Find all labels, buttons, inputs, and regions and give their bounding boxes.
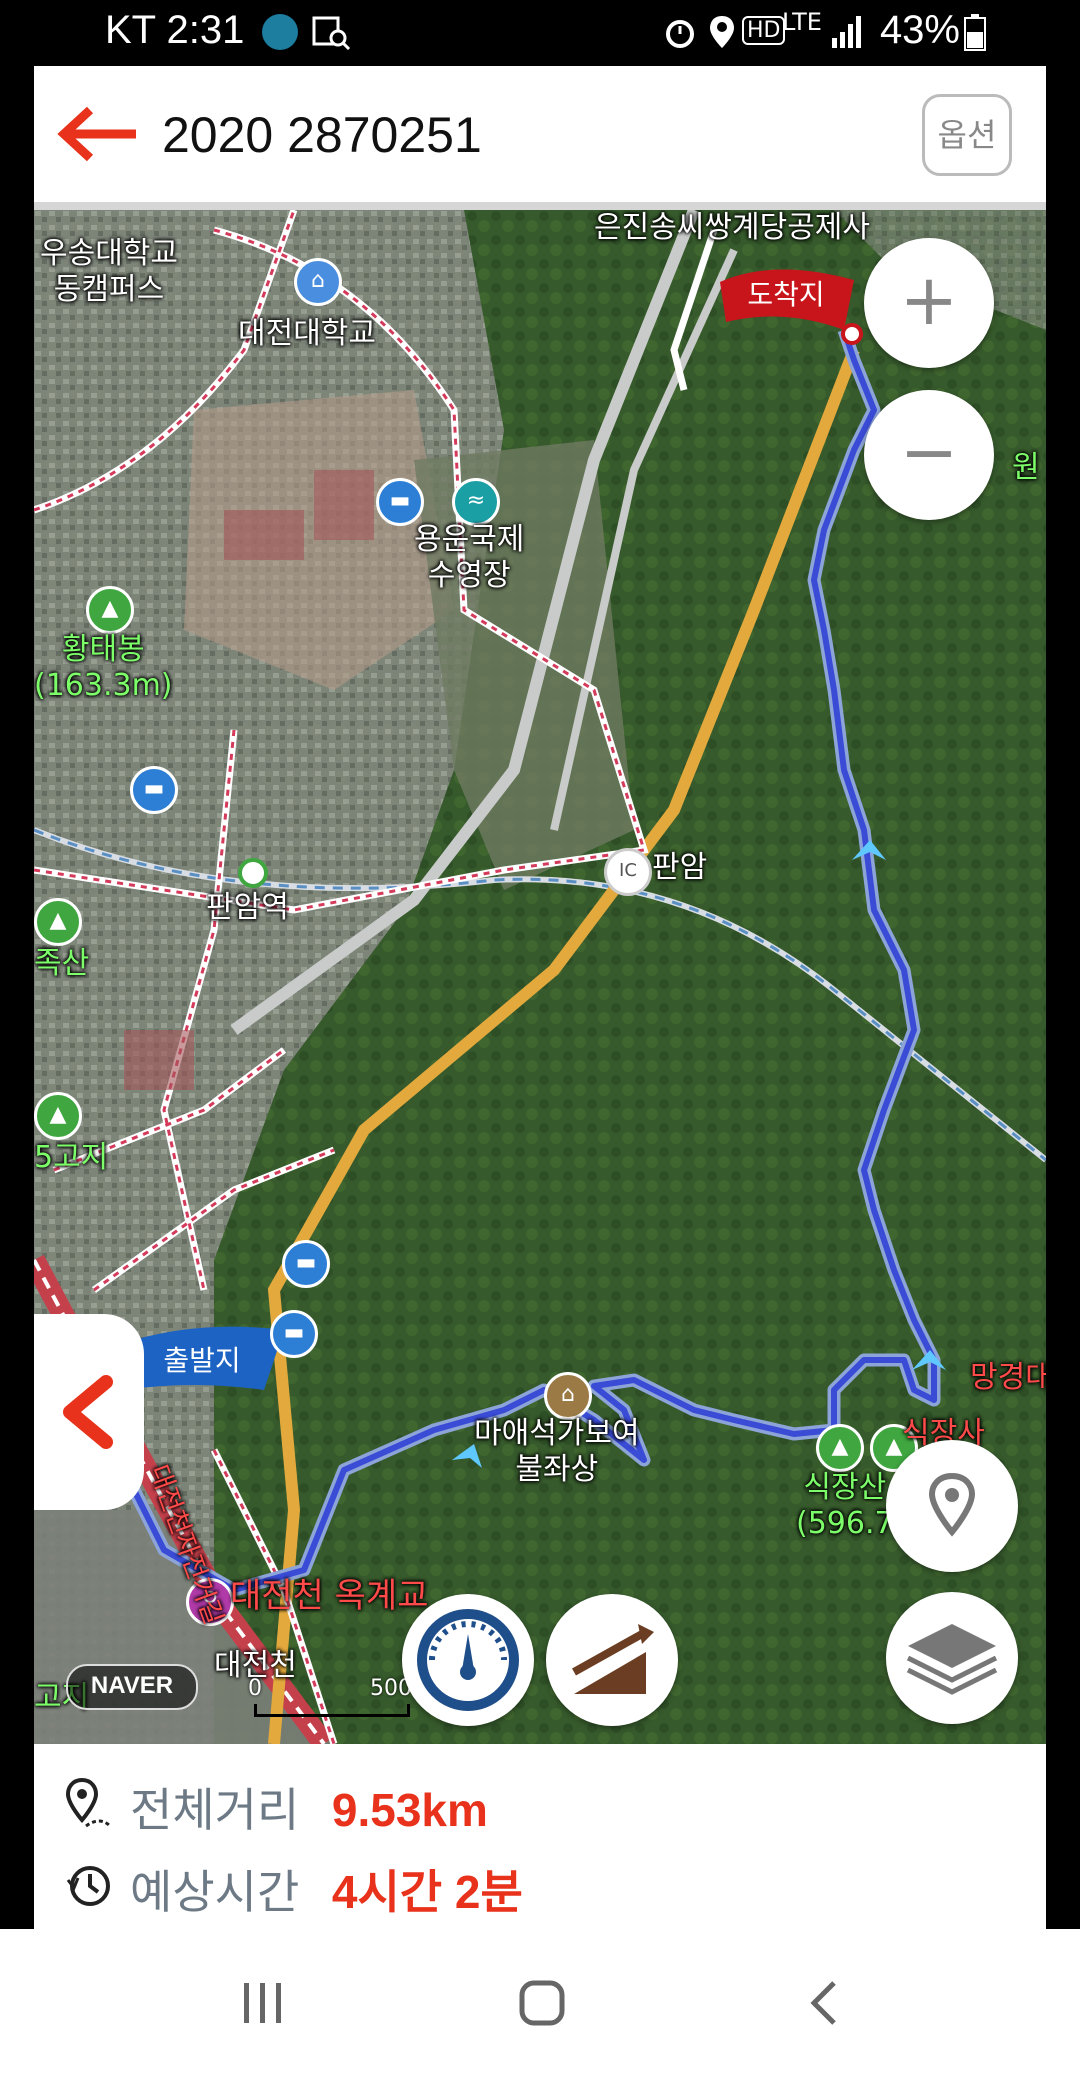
plus-icon: +: [899, 259, 959, 341]
layers-icon: [906, 1624, 998, 1695]
back-arrow-icon: [57, 106, 136, 162]
bus-stop-icon[interactable]: ▬: [376, 478, 424, 526]
time-label: 예상시간: [130, 1865, 300, 1919]
label-woosong-univ: 우송대학교 동캠퍼스: [40, 236, 178, 307]
heritage-marker-icon[interactable]: ⌂: [544, 1372, 592, 1420]
speedometer-icon: [417, 1609, 519, 1711]
options-button[interactable]: 옵션: [922, 94, 1012, 176]
app-notification-icon: [262, 14, 298, 50]
university-marker-icon[interactable]: ⌂: [294, 258, 342, 306]
label-right-edge: 원: [1012, 450, 1040, 485]
location-pin-icon: [928, 1472, 976, 1537]
label-panam-station: 판암역: [206, 890, 289, 925]
location-icon: [708, 14, 736, 54]
recent-apps-button[interactable]: [238, 1979, 286, 2027]
label-pool: 용운국제 수영장: [414, 522, 525, 593]
battery-percent: 43%: [879, 8, 960, 52]
bus-stop-icon[interactable]: ▬: [282, 1240, 330, 1288]
system-back-button[interactable]: [806, 1979, 846, 2029]
status-bar: KT 2:31 HD LTE 43%: [0, 0, 1080, 66]
mountain-marker-icon[interactable]: ▲: [86, 586, 134, 634]
map-layers-button[interactable]: [886, 1592, 1018, 1724]
ic-badge[interactable]: IC: [604, 848, 652, 896]
scale-bar: [254, 1704, 410, 1717]
data-search-icon: [312, 14, 352, 54]
system-nav-bar: [0, 1929, 1080, 2076]
page-title: 2020 2870251: [162, 107, 482, 163]
home-button[interactable]: [518, 1979, 568, 2029]
app-bar: 2020 2870251 옵션: [34, 66, 1046, 210]
start-flag-label: 출발지: [163, 1344, 240, 1377]
zoom-out-button[interactable]: −: [864, 390, 994, 520]
side-panel-toggle[interactable]: [34, 1314, 144, 1510]
my-location-button[interactable]: [886, 1440, 1018, 1572]
battery-icon: [964, 14, 986, 56]
label-daejeon-univ: 대전대학교: [238, 316, 376, 351]
naver-logo: NAVER: [66, 1664, 198, 1710]
mountain-marker-icon[interactable]: ▲: [34, 1092, 82, 1140]
time-row: 예상시간 4시간 2분: [64, 1856, 523, 1919]
speed-button[interactable]: [402, 1594, 534, 1726]
label-joksan: 족산: [34, 946, 90, 981]
scale-zero: 0: [248, 1676, 262, 1701]
bus-stop-icon[interactable]: ▬: [130, 766, 178, 814]
alarm-icon: [662, 14, 698, 54]
elevation-icon: [572, 1624, 654, 1694]
back-button[interactable]: [54, 104, 144, 164]
minus-icon: −: [899, 411, 959, 493]
network-label: LTE: [782, 8, 822, 36]
distance-label: 전체거리: [130, 1783, 300, 1837]
elevation-button[interactable]: [546, 1594, 678, 1726]
clock-icon: [66, 1866, 110, 1906]
route-distance-icon: [65, 1777, 112, 1828]
label-panam-ic: 판암: [652, 850, 708, 885]
distance-row: 전체거리 9.53km: [64, 1774, 488, 1837]
route-map[interactable]: 도착지 출발지 ⌂ ▬ ≈ ▲ ▬ ▲ ▲ ▬ ▬ ⌂ ▲ ▲ ⚲ IC 우송대…: [34, 210, 1046, 1744]
station-marker-icon[interactable]: [238, 858, 268, 888]
label-5goji: 5고지: [34, 1140, 109, 1175]
label-buddha: 마애석가보여 불좌상: [474, 1416, 640, 1487]
app-frame: 2020 2870251 옵션 도착지 출발지 ⌂ ▬ ≈ ▲ ▬ ▲ ▲ ▬ …: [34, 66, 1046, 1995]
hd-badge: HD: [742, 16, 786, 45]
time-value: 4시간 2분: [331, 1866, 523, 1918]
mountain-marker-icon[interactable]: ▲: [34, 898, 82, 946]
carrier-time: KT 2:31: [105, 8, 245, 52]
label-sikjangsan: 식장산 (596.7: [796, 1470, 894, 1541]
label-temple: 은진송씨쌍계당공제사: [594, 210, 870, 245]
pool-marker-icon[interactable]: ≈: [452, 478, 500, 526]
chevron-left-icon: [63, 1375, 113, 1449]
label-hwangtaebong: 황태봉 (163.3m): [34, 632, 173, 703]
label-river-bridge: 대전천 옥계교: [230, 1576, 429, 1616]
zoom-in-button[interactable]: +: [864, 238, 994, 368]
bus-stop-icon[interactable]: ▬: [270, 1310, 318, 1358]
mountain-marker-icon[interactable]: ▲: [816, 1424, 864, 1472]
distance-value: 9.53km: [331, 1784, 488, 1836]
signal-icon: [830, 14, 864, 54]
end-flag-label: 도착지: [747, 278, 824, 311]
label-manggyeongdae: 망경대: [970, 1360, 1046, 1395]
end-flag: 도착지: [720, 269, 854, 330]
